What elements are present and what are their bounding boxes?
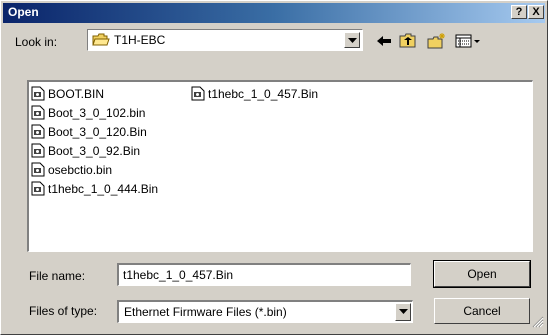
open-dialog: Open ? X Look in: T1H-EBC BOOT.BIN Boot_… bbox=[0, 0, 548, 335]
new-folder-icon bbox=[427, 33, 445, 49]
views-menu-icon bbox=[455, 34, 480, 48]
file-name-input[interactable]: t1hebc_1_0_457.Bin bbox=[117, 263, 411, 286]
cancel-button[interactable]: Cancel bbox=[434, 298, 530, 324]
close-button[interactable]: X bbox=[528, 5, 544, 19]
bin-file-icon bbox=[31, 143, 45, 158]
file-type-dropdown-button[interactable] bbox=[395, 303, 411, 321]
file-item[interactable]: BOOT.BIN bbox=[31, 84, 158, 103]
file-item[interactable]: t1hebc_1_0_457.Bin bbox=[191, 84, 318, 103]
bin-file-icon bbox=[31, 181, 45, 196]
file-item[interactable]: t1hebc_1_0_444.Bin bbox=[31, 179, 158, 198]
look-in-dropdown-button[interactable] bbox=[344, 32, 360, 48]
file-type-value: Ethernet Firmware Files (*.bin) bbox=[124, 305, 287, 319]
file-name: t1hebc_1_0_444.Bin bbox=[48, 181, 159, 196]
open-button[interactable]: Open bbox=[433, 260, 531, 288]
window-title: Open bbox=[8, 5, 39, 19]
file-list-column: BOOT.BIN Boot_3_0_102.bin Boot_3_0_120.B… bbox=[31, 84, 158, 198]
file-name: t1hebc_1_0_457.Bin bbox=[208, 86, 319, 101]
help-button[interactable]: ? bbox=[511, 5, 527, 19]
back-button[interactable] bbox=[373, 31, 395, 51]
file-item[interactable]: osebctio.bin bbox=[31, 160, 158, 179]
bin-file-icon bbox=[31, 86, 45, 101]
title-bar[interactable]: Open ? X bbox=[3, 3, 545, 23]
file-list-column: t1hebc_1_0_457.Bin bbox=[191, 84, 318, 103]
resize-grip-icon[interactable] bbox=[532, 316, 544, 331]
file-name-label: File name: bbox=[29, 269, 86, 283]
file-item[interactable]: Boot_3_0_92.Bin bbox=[31, 141, 158, 160]
look-in-label: Look in: bbox=[15, 35, 58, 49]
file-name: osebctio.bin bbox=[48, 162, 113, 177]
chevron-down-icon bbox=[399, 309, 408, 314]
file-name: BOOT.BIN bbox=[48, 86, 105, 101]
file-name: Boot_3_0_92.Bin bbox=[48, 143, 141, 158]
new-folder-button[interactable] bbox=[425, 31, 447, 51]
chevron-down-icon bbox=[348, 38, 357, 43]
file-name: Boot_3_0_102.bin bbox=[48, 105, 146, 120]
file-list[interactable]: BOOT.BIN Boot_3_0_102.bin Boot_3_0_120.B… bbox=[27, 80, 533, 252]
bin-file-icon bbox=[31, 105, 45, 120]
file-item[interactable]: Boot_3_0_120.Bin bbox=[31, 122, 158, 141]
bin-file-icon bbox=[31, 124, 45, 139]
look-in-value: T1H-EBC bbox=[114, 33, 166, 47]
bin-file-icon bbox=[31, 162, 45, 177]
back-arrow-icon bbox=[377, 36, 391, 46]
file-name: Boot_3_0_120.Bin bbox=[48, 124, 147, 139]
up-one-level-icon bbox=[399, 33, 416, 48]
file-item[interactable]: Boot_3_0_102.bin bbox=[31, 103, 158, 122]
up-one-level-button[interactable] bbox=[397, 31, 419, 51]
file-type-label: Files of type: bbox=[29, 304, 98, 318]
views-menu-button[interactable] bbox=[453, 31, 481, 51]
look-in-dropdown[interactable]: T1H-EBC bbox=[87, 29, 363, 51]
bin-file-icon bbox=[191, 86, 205, 101]
folder-open-icon bbox=[92, 33, 110, 50]
file-type-dropdown[interactable]: Ethernet Firmware Files (*.bin) bbox=[117, 300, 413, 323]
